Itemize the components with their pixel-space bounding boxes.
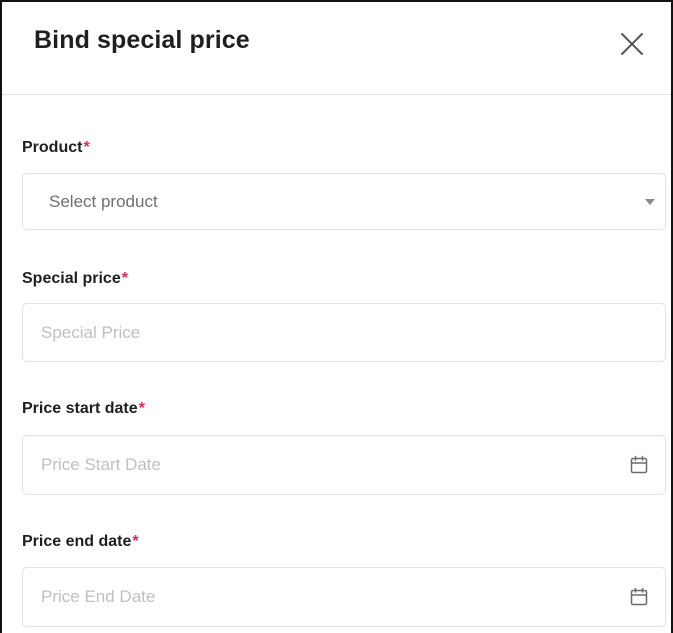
- required-mark: *: [83, 139, 90, 156]
- required-mark: *: [132, 533, 139, 550]
- product-label-text: Product: [22, 139, 83, 156]
- product-select-value: Select product: [49, 191, 158, 211]
- price-end-date-label-text: Price end date: [22, 533, 132, 550]
- price-start-date-input[interactable]: Price Start Date: [22, 435, 666, 495]
- calendar-icon[interactable]: [629, 455, 649, 475]
- price-end-date-placeholder: Price End Date: [41, 587, 156, 606]
- price-start-date-placeholder: Price Start Date: [41, 455, 161, 474]
- product-label: Product*: [22, 139, 90, 157]
- price-start-date-label-text: Price start date: [22, 400, 138, 417]
- dialog-title: Bind special price: [34, 26, 250, 54]
- special-price-label-text: Special price: [22, 270, 121, 287]
- required-mark: *: [121, 270, 128, 287]
- special-price-label: Special price*: [22, 270, 128, 288]
- bind-special-price-dialog: Bind special price Product* Select produ…: [0, 0, 673, 633]
- price-end-date-input[interactable]: Price End Date: [22, 567, 666, 627]
- dialog-header: Bind special price: [2, 2, 671, 95]
- special-price-input[interactable]: Special Price: [22, 303, 666, 362]
- required-mark: *: [138, 400, 145, 417]
- chevron-down-icon[interactable]: [645, 198, 655, 205]
- product-select[interactable]: Select product: [22, 173, 666, 230]
- calendar-icon[interactable]: [629, 587, 649, 607]
- close-icon[interactable]: [618, 30, 646, 58]
- price-end-date-label: Price end date*: [22, 533, 139, 551]
- price-start-date-label: Price start date*: [22, 400, 145, 418]
- special-price-placeholder: Special Price: [41, 322, 141, 342]
